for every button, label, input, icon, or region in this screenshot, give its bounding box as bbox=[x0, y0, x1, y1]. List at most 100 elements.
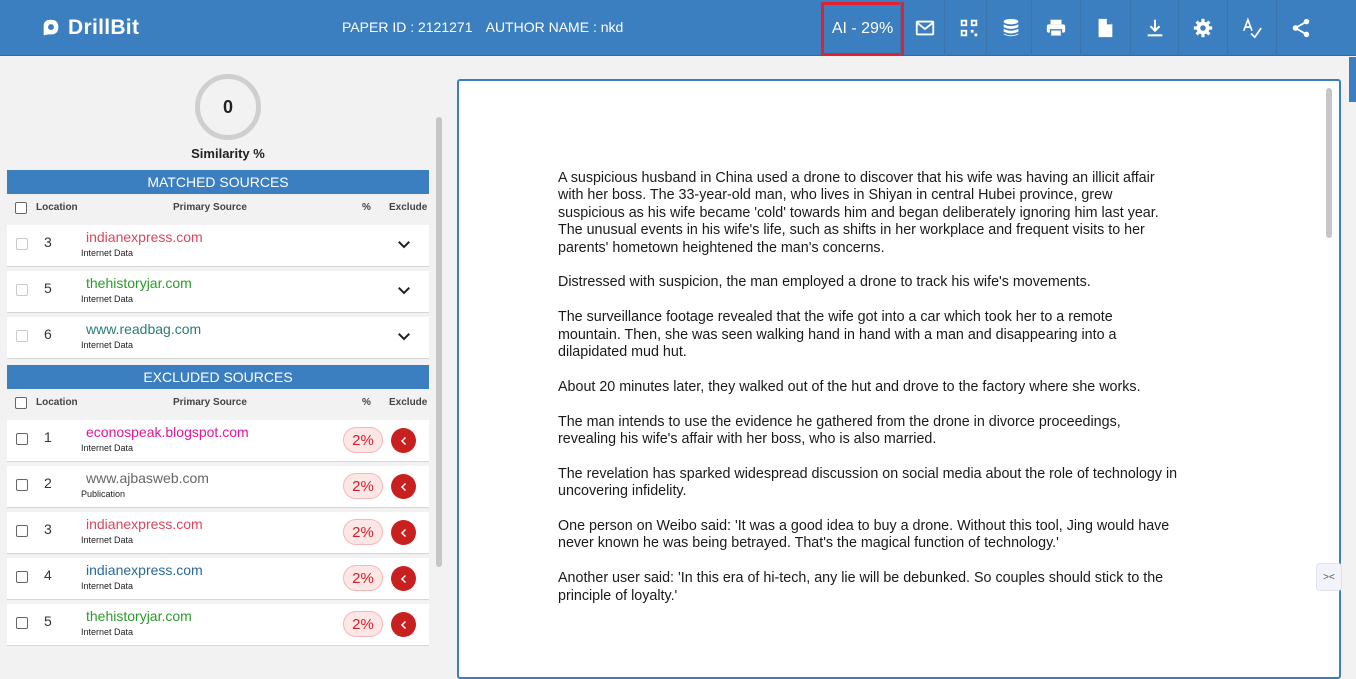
download-icon bbox=[1147, 19, 1163, 37]
row-checkbox[interactable] bbox=[16, 571, 28, 583]
include-back-button[interactable] bbox=[391, 428, 416, 453]
ai-score-button[interactable]: AI - 29% bbox=[821, 2, 904, 56]
matched-sources-header: MATCHED SOURCES bbox=[7, 170, 429, 194]
document-paragraph: The surveillance footage revealed that t… bbox=[558, 309, 1117, 361]
chevron-left-icon bbox=[400, 574, 406, 583]
chevron-left-icon bbox=[400, 620, 406, 629]
right-edge-tab bbox=[1349, 57, 1356, 102]
database-button[interactable] bbox=[986, 0, 1035, 56]
settings-button[interactable] bbox=[1178, 0, 1227, 56]
qr-code-icon bbox=[960, 19, 978, 37]
row-source-link[interactable]: indianexpress.com bbox=[86, 516, 203, 532]
row-location: 3 bbox=[44, 234, 52, 250]
collapse-toggle-icon[interactable]: >< bbox=[1316, 563, 1342, 591]
row-source-type: Internet Data bbox=[81, 443, 134, 453]
document-icon bbox=[1098, 18, 1113, 38]
select-all-excluded-checkbox[interactable] bbox=[15, 397, 27, 409]
excluded-source-row[interactable]: 4 indianexpress.com Internet Data 2% bbox=[7, 558, 429, 600]
excluded-sources-header: EXCLUDED SOURCES bbox=[7, 365, 429, 389]
document-paragraph: The revelation has sparked widespread di… bbox=[558, 465, 1178, 500]
spellcheck-button[interactable] bbox=[1227, 0, 1276, 56]
row-location: 5 bbox=[44, 613, 52, 629]
row-percent-badge: 2% bbox=[343, 565, 383, 591]
brand-logo[interactable]: DrillBit bbox=[40, 14, 139, 42]
row-location: 2 bbox=[44, 475, 52, 491]
print-icon bbox=[1046, 19, 1066, 37]
chevron-left-icon bbox=[400, 436, 406, 445]
row-source-type: Publication bbox=[81, 489, 126, 499]
row-location: 3 bbox=[44, 521, 52, 537]
brand-name: DrillBit bbox=[68, 16, 140, 39]
column-primary-source: Primary Source bbox=[173, 397, 247, 408]
excluded-source-row[interactable]: 2 www.ajbasweb.com Publication 2% bbox=[7, 466, 429, 508]
row-source-link[interactable]: indianexpress.com bbox=[86, 562, 203, 578]
download-button[interactable] bbox=[1130, 0, 1179, 56]
column-location: Location bbox=[36, 397, 78, 408]
row-source-type: Internet Data bbox=[81, 627, 134, 637]
row-source-link[interactable]: thehistoryjar.com bbox=[86, 608, 192, 624]
row-checkbox[interactable] bbox=[16, 284, 28, 296]
chevron-left-icon bbox=[400, 482, 406, 491]
row-location: 6 bbox=[44, 326, 52, 342]
document-paragraph: One person on Weibo said: 'It was a good… bbox=[558, 518, 1170, 552]
author-name: AUTHOR NAME : nkd bbox=[485, 19, 624, 35]
document-paragraph: The man intends to use the evidence he g… bbox=[558, 413, 1121, 448]
drillbit-logo-icon bbox=[43, 19, 59, 36]
database-icon bbox=[1003, 18, 1019, 37]
row-checkbox[interactable] bbox=[16, 479, 28, 491]
column-exclude: Exclude bbox=[389, 202, 428, 213]
matched-column-headers: Location Primary Source % Exclude bbox=[7, 196, 429, 220]
chevron-down-icon[interactable] bbox=[395, 327, 413, 345]
document-button[interactable] bbox=[1080, 0, 1129, 56]
document-paragraph: Distressed with suspicion, the man emplo… bbox=[558, 274, 1091, 291]
row-checkbox[interactable] bbox=[16, 238, 28, 250]
column-primary-source: Primary Source bbox=[173, 202, 247, 213]
matched-source-row[interactable]: 3 indianexpress.com Internet Data bbox=[7, 225, 429, 267]
excluded-column-headers: Location Primary Source % Exclude bbox=[7, 391, 429, 415]
row-location: 1 bbox=[44, 429, 52, 445]
mail-button[interactable] bbox=[900, 0, 949, 56]
column-exclude: Exclude bbox=[389, 397, 428, 408]
row-checkbox[interactable] bbox=[16, 330, 28, 342]
similarity-label: Similarity % bbox=[191, 146, 265, 161]
sources-scrollbar[interactable] bbox=[436, 117, 442, 567]
row-source-type: Internet Data bbox=[81, 248, 134, 258]
row-location: 5 bbox=[44, 280, 52, 296]
chevron-left-icon bbox=[400, 528, 406, 537]
row-checkbox[interactable] bbox=[16, 525, 28, 537]
select-all-matched-checkbox[interactable] bbox=[15, 202, 27, 214]
spellcheck-icon bbox=[1242, 17, 1262, 39]
top-bar: DrillBit PAPER ID : 2121271 AUTHOR NAME … bbox=[0, 0, 1356, 56]
share-icon bbox=[1292, 18, 1310, 38]
share-button[interactable] bbox=[1276, 0, 1325, 56]
excluded-source-row[interactable]: 5 thehistoryjar.com Internet Data 2% bbox=[7, 604, 429, 646]
include-back-button[interactable] bbox=[391, 612, 416, 637]
excluded-source-row[interactable]: 1 econospeak.blogspot.com Internet Data … bbox=[7, 420, 429, 462]
row-checkbox[interactable] bbox=[16, 617, 28, 629]
chevron-down-icon[interactable] bbox=[395, 281, 413, 299]
document-text: A suspicious husband in China used a dro… bbox=[558, 170, 1178, 622]
print-button[interactable] bbox=[1031, 0, 1080, 56]
row-source-link[interactable]: www.ajbasweb.com bbox=[86, 470, 209, 486]
include-back-button[interactable] bbox=[391, 566, 416, 591]
matched-source-row[interactable]: 5 thehistoryjar.com Internet Data bbox=[7, 271, 429, 313]
row-source-link[interactable]: thehistoryjar.com bbox=[86, 275, 192, 291]
paper-info: PAPER ID : 2121271 AUTHOR NAME : nkd bbox=[342, 19, 633, 35]
row-percent-badge: 2% bbox=[343, 427, 383, 453]
column-location: Location bbox=[36, 202, 78, 213]
row-source-type: Internet Data bbox=[81, 340, 134, 350]
excluded-source-row[interactable]: 3 indianexpress.com Internet Data 2% bbox=[7, 512, 429, 554]
column-percent: % bbox=[362, 397, 371, 408]
row-source-link[interactable]: econospeak.blogspot.com bbox=[86, 424, 249, 440]
row-source-link[interactable]: indianexpress.com bbox=[86, 229, 203, 245]
row-source-type: Internet Data bbox=[81, 581, 134, 591]
row-percent-badge: 2% bbox=[343, 519, 383, 545]
row-source-link[interactable]: www.readbag.com bbox=[86, 321, 201, 337]
include-back-button[interactable] bbox=[391, 474, 416, 499]
matched-source-row[interactable]: 6 www.readbag.com Internet Data bbox=[7, 317, 429, 359]
include-back-button[interactable] bbox=[391, 520, 416, 545]
chevron-down-icon[interactable] bbox=[395, 235, 413, 253]
mail-icon bbox=[915, 20, 935, 36]
document-scrollbar[interactable] bbox=[1326, 88, 1332, 238]
row-checkbox[interactable] bbox=[16, 433, 28, 445]
